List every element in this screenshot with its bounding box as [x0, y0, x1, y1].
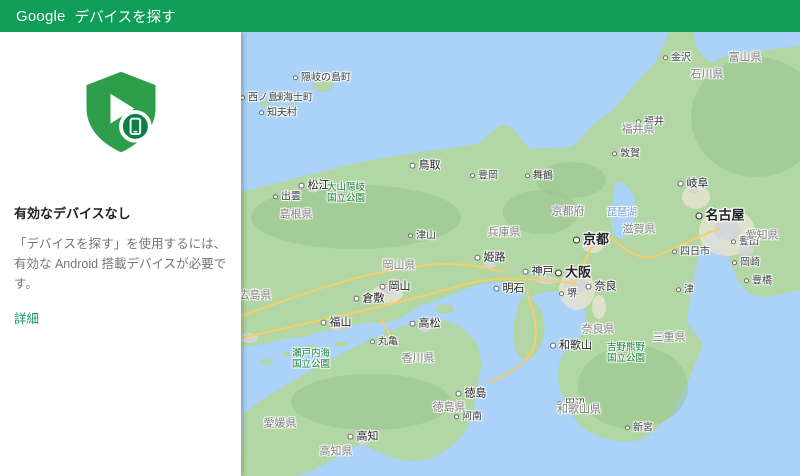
map-label-pref: 高知県	[319, 445, 353, 458]
map-label-city: 奈良	[586, 281, 617, 294]
map-label-town: 金沢	[663, 52, 691, 64]
map-label-town: 四日市	[672, 246, 710, 258]
map-label-city: 岡山	[380, 281, 411, 294]
device-panel: 有効なデバイスなし 「デバイスを探す」を使用するには、有効な Android 搭…	[0, 32, 241, 476]
map-label-town: 岡崎	[732, 257, 760, 269]
map-label-metro: 大阪	[555, 265, 591, 281]
map-label-pref: 広島県	[241, 289, 272, 302]
map-label-city: 和歌山	[550, 340, 592, 353]
device-badge-circle	[118, 110, 152, 143]
map-label-town: 豊岡	[470, 170, 498, 182]
map-labels-layer: 大阪 京都 名古屋 松江 鳥取岡山 倉敷 福山 高松徳島高知 姫路明石 神戸奈良 岐阜和歌山 出雲津山…	[241, 32, 800, 476]
map-label-city: 神戸	[523, 266, 554, 279]
map-label-town: 堺	[559, 288, 577, 300]
map-label-pref: 奈良県	[581, 323, 615, 336]
map-label-pref: 島根県	[279, 208, 313, 221]
find-my-device-app: Google デバイスを探す 有効なデバイスなし 「デバイスを探す」を使用するに…	[0, 0, 800, 476]
app-title: デバイスを探す	[74, 9, 176, 26]
map-label-pref: 香川県	[401, 352, 435, 365]
map-label-town: 知夫村	[259, 107, 297, 119]
map-label-town: 出雲	[273, 191, 301, 203]
map-canvas[interactable]: 大阪 京都 名古屋 松江 鳥取岡山 倉敷 福山 高松徳島高知 姫路明石 神戸奈良 岐阜和歌山 出雲津山…	[241, 32, 800, 476]
status-title: 有効なデバイスなし	[14, 206, 131, 221]
map-label-city: 松江	[299, 180, 330, 193]
map-label-city: 明石	[494, 283, 525, 296]
map-label-pref: 兵庫県	[487, 226, 521, 239]
map-label-pref: 京都府	[551, 205, 585, 218]
map-label-city: 徳島	[456, 388, 487, 401]
map-label-pref: 三重県	[652, 331, 686, 344]
status-description: 「デバイスを探す」を使用するには、有効な Android 搭載デバイスが必要です…	[14, 237, 227, 291]
app-header: Google デバイスを探す	[0, 0, 800, 32]
map-label-town: 海士町	[275, 92, 313, 104]
map-label-city: 倉敷	[354, 293, 385, 306]
learn-more-link[interactable]: 詳細	[14, 308, 39, 327]
google-logo: Google	[16, 7, 66, 25]
map-label-city: 高松	[410, 318, 441, 331]
map-label-town: 敦賀	[612, 148, 640, 160]
map-label-pref: 富山県	[728, 51, 762, 64]
map-label-town: 津山	[408, 230, 436, 242]
map-label-metro: 京都	[573, 232, 609, 248]
map-label-town: 丸亀	[370, 336, 398, 348]
map-label-pref: 滋賀県	[622, 223, 656, 236]
map-label-pref: 愛媛県	[263, 417, 297, 430]
map-label-town: 舞鶴	[525, 170, 553, 182]
map-label-pref: 和歌山県	[557, 403, 601, 416]
map-label-town: 津	[676, 284, 694, 296]
map-label-pref: 徳島県	[432, 401, 466, 414]
find-my-device-shield-icon	[0, 32, 241, 163]
map-label-pref: 福井県	[621, 123, 655, 136]
map-label-city: 岐阜	[678, 178, 709, 191]
map-label-city: 高知	[348, 431, 379, 444]
map-label-city: 鳥取	[410, 160, 441, 173]
map-label-town: 新宮	[625, 422, 653, 434]
map-label-water: 琵琶湖	[607, 207, 637, 219]
map-label-pref: 岡山県	[382, 259, 416, 272]
map-label-city: 姫路	[475, 252, 506, 265]
map-label-park: 大山隠岐 国立公園	[326, 182, 366, 204]
map-label-pref: 愛知県	[745, 229, 779, 242]
map-label-pref: 石川県	[690, 68, 724, 81]
map-label-town: 豊橋	[744, 275, 772, 287]
content-area: 有効なデバイスなし 「デバイスを探す」を使用するには、有効な Android 搭…	[0, 32, 800, 476]
map-label-metro: 名古屋	[695, 208, 744, 224]
map-label-city: 福山	[321, 317, 352, 330]
map-label-park: 吉野熊野 国立公園	[606, 342, 646, 364]
map-label-town: 隠岐の島町	[293, 72, 351, 84]
map-label-park: 瀬戸内海 国立公園	[291, 348, 331, 370]
